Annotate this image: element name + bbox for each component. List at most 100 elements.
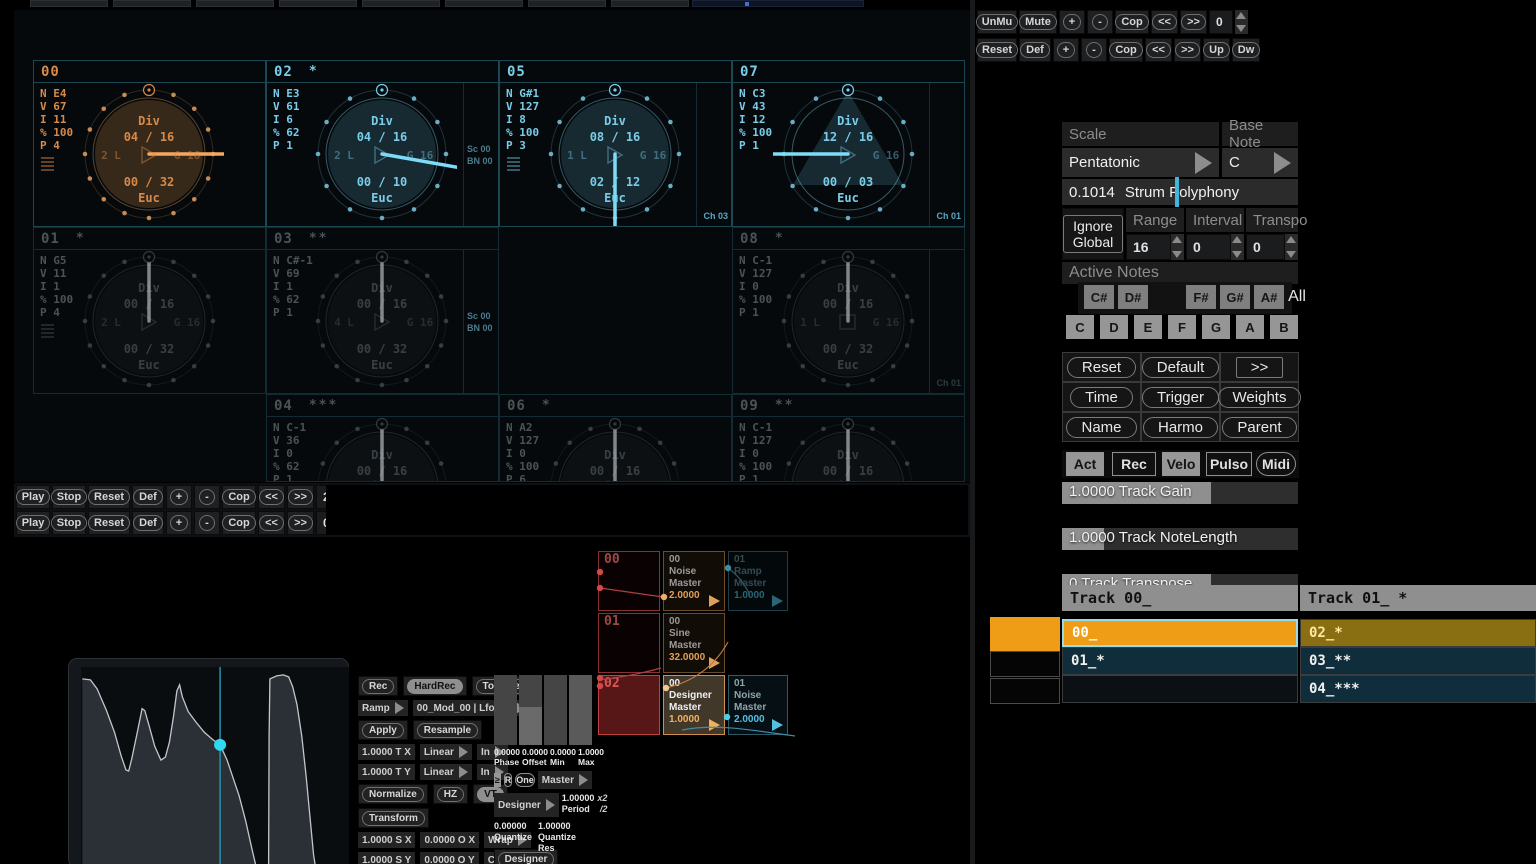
note-button-b[interactable]: B: [1270, 315, 1298, 339]
note-button-all[interactable]: All: [1284, 285, 1310, 309]
model-resample[interactable]: Resample: [413, 720, 482, 740]
grid-button-time[interactable]: Time: [1062, 382, 1141, 412]
model-hz[interactable]: HZ: [433, 784, 468, 804]
cell-menu-icon[interactable]: [41, 324, 54, 340]
model-ramp[interactable]: Ramp: [358, 700, 408, 716]
note-button-fs[interactable]: F#: [1186, 285, 1216, 309]
track-select-empty[interactable]: [990, 651, 1060, 677]
node-designer-00[interactable]: 00DesignerMaster1.0000: [663, 675, 725, 735]
model-linear[interactable]: Linear: [420, 744, 472, 760]
model-1-0000-s-y[interactable]: 1.0000 S Y: [358, 852, 415, 864]
sequencer-cell-00[interactable]: 00N E4V 67I 11% 100P 4Div04 / 162 LG 160…: [33, 60, 266, 227]
note-button-cs[interactable]: C#: [1084, 285, 1114, 309]
cell-params[interactable]: N A2V 127I 0% 100P 6: [506, 421, 539, 482]
toolbar-row1-[interactable]: >>: [1180, 10, 1207, 34]
transport-row2-[interactable]: >>: [287, 511, 314, 535]
scale-select[interactable]: Pentatonic: [1062, 148, 1219, 177]
model-1-0000-t-x[interactable]: 1.0000 T X: [358, 744, 415, 760]
mode-button-act[interactable]: Act: [1066, 452, 1104, 476]
toolbar-row2-dw[interactable]: Dw: [1232, 38, 1260, 62]
note-button-gs[interactable]: G#: [1220, 285, 1250, 309]
mode-button-rec[interactable]: Rec: [1112, 452, 1156, 476]
quantize-res-readout[interactable]: 1.00000Quantize Res: [538, 821, 592, 845]
cell-menu-icon[interactable]: [507, 157, 520, 173]
transport-row2-reset[interactable]: Reset: [88, 511, 130, 535]
cell-params[interactable]: N C-1V 36I 0% 62P 1: [273, 421, 306, 482]
grid-button-trigger[interactable]: Trigger: [1141, 382, 1220, 412]
node-play-icon[interactable]: [772, 595, 783, 607]
fader-1-0000-track-gain[interactable]: 1.0000 Track Gain: [1062, 482, 1298, 504]
mode-button-midi[interactable]: Midi: [1256, 452, 1296, 476]
source-box-00[interactable]: 00: [598, 551, 660, 611]
toolbar-row1-mute[interactable]: Mute: [1019, 10, 1057, 34]
node-noise-01[interactable]: 01NoiseMaster2.0000: [728, 675, 788, 735]
grid-button-parent[interactable]: Parent: [1220, 412, 1299, 442]
toolbar-row2-[interactable]: +: [1053, 38, 1079, 62]
cell-params[interactable]: N G#1V 127I 8% 100P 3: [506, 87, 539, 152]
toolbar-row1-cop[interactable]: Cop: [1115, 10, 1149, 34]
toolbar-row2-[interactable]: <<: [1145, 38, 1172, 62]
node-play-icon[interactable]: [709, 719, 720, 731]
cell-params[interactable]: N C-1V 127I 0% 100P 1: [739, 254, 772, 319]
base-note-select[interactable]: C: [1222, 148, 1298, 177]
sequencer-cell-02[interactable]: 02*N E3V 61I 6% 62P 1Sc 00BN 00Div04 / 1…: [266, 60, 499, 227]
model-0-0000-o-x[interactable]: 0.0000 O X: [420, 832, 479, 848]
note-button-f[interactable]: F: [1168, 315, 1196, 339]
euclid-dial-09[interactable]: Div00 / 16G 16: [773, 415, 923, 482]
model-1-0000-s-x[interactable]: 1.0000 S X: [358, 832, 415, 848]
track-select-empty[interactable]: [990, 678, 1060, 704]
strum-polyphony-slider[interactable]: 0.1014 Strum Polyphony: [1062, 179, 1298, 205]
range-spinner-arrows[interactable]: [1171, 234, 1184, 260]
source-box-01[interactable]: 01: [598, 613, 660, 673]
cell-params[interactable]: N C-1V 127I 0% 100P 1: [739, 421, 772, 482]
designer-slider-phase[interactable]: [494, 675, 517, 745]
euclid-dial-07[interactable]: Div12 / 16G 1600 / 03Euc: [773, 81, 923, 227]
period-mult-buttons[interactable]: x2/2: [597, 793, 607, 817]
cell-params[interactable]: N E4V 67I 11% 100P 4: [40, 87, 73, 152]
retrig-button[interactable]: R: [504, 773, 513, 787]
euclid-dial-00[interactable]: Div04 / 162 LG 1600 / 32Euc: [74, 81, 224, 227]
transport-row2-[interactable]: +: [166, 511, 192, 535]
note-button-e[interactable]: E: [1134, 315, 1162, 339]
node-sine-00[interactable]: 00SineMaster32.0000: [663, 613, 725, 673]
wave-cursor-handle[interactable]: [214, 739, 226, 751]
transport-row1-[interactable]: <<: [258, 485, 285, 509]
model-0-0000-o-y[interactable]: 0.0000 O Y: [420, 852, 478, 864]
designer-slider-min[interactable]: [544, 675, 567, 745]
euclid-dial-04[interactable]: Div00 / 16G 16: [307, 415, 457, 482]
toolbar-row2-reset[interactable]: Reset: [977, 38, 1017, 62]
node-ramp-01[interactable]: 01RampMaster1.0000: [728, 551, 788, 611]
euclid-dial-02[interactable]: Div04 / 162 LG 1600 / 10Euc: [307, 81, 457, 227]
transpose-spinner-arrows[interactable]: [1285, 234, 1298, 260]
cell-menu-icon[interactable]: [41, 157, 54, 173]
wave-plot[interactable]: [81, 667, 349, 864]
transport-row1-play[interactable]: Play: [16, 485, 50, 509]
euclid-dial-05[interactable]: Div08 / 161 LG 1602 / 12Euc: [540, 81, 690, 227]
grid-button-name[interactable]: Name: [1062, 412, 1141, 442]
node-play-icon[interactable]: [709, 657, 720, 669]
mode-button-velo[interactable]: Velo: [1162, 452, 1200, 476]
designer-slider-offset[interactable]: [519, 675, 542, 745]
transport-row1-reset[interactable]: Reset: [88, 485, 130, 509]
node-play-icon[interactable]: [709, 595, 720, 607]
toolbar-row1-[interactable]: <<: [1151, 10, 1178, 34]
track-cell-00[interactable]: 00_: [1062, 619, 1298, 647]
toolbar-row2-[interactable]: -: [1081, 38, 1107, 62]
one-shot-button[interactable]: One: [515, 773, 535, 787]
source-box-02[interactable]: 02: [598, 675, 660, 735]
track-cell-03[interactable]: 03_**: [1300, 647, 1536, 675]
transport-row1-def[interactable]: Def: [132, 485, 164, 509]
transport-row2-[interactable]: <<: [258, 511, 285, 535]
euclid-dial-08[interactable]: Div00 / 161 LG 1600 / 32Euc: [773, 248, 923, 394]
toolbar-row1-value[interactable]: 0: [1209, 10, 1233, 34]
grid-button-[interactable]: >>: [1220, 352, 1299, 382]
top-tab[interactable]: [113, 0, 191, 7]
euclid-dial-06[interactable]: Div00 / 16G 16: [540, 415, 690, 482]
node-play-icon[interactable]: [772, 719, 783, 731]
note-button-a[interactable]: A: [1236, 315, 1264, 339]
sequencer-cell-07[interactable]: 07N C3V 43I 12% 100P 1Ch 01Div12 / 16G 1…: [732, 60, 965, 227]
sequencer-cell-03[interactable]: 03**N C#-1V 69I 1% 62P 1Sc 00BN 00Div00 …: [266, 227, 499, 394]
cell-params[interactable]: N G5V 11I 1% 100P 4: [40, 254, 73, 319]
toolbar-row1-[interactable]: +: [1059, 10, 1085, 34]
ignore-global-button[interactable]: Ignore Global: [1062, 208, 1124, 260]
